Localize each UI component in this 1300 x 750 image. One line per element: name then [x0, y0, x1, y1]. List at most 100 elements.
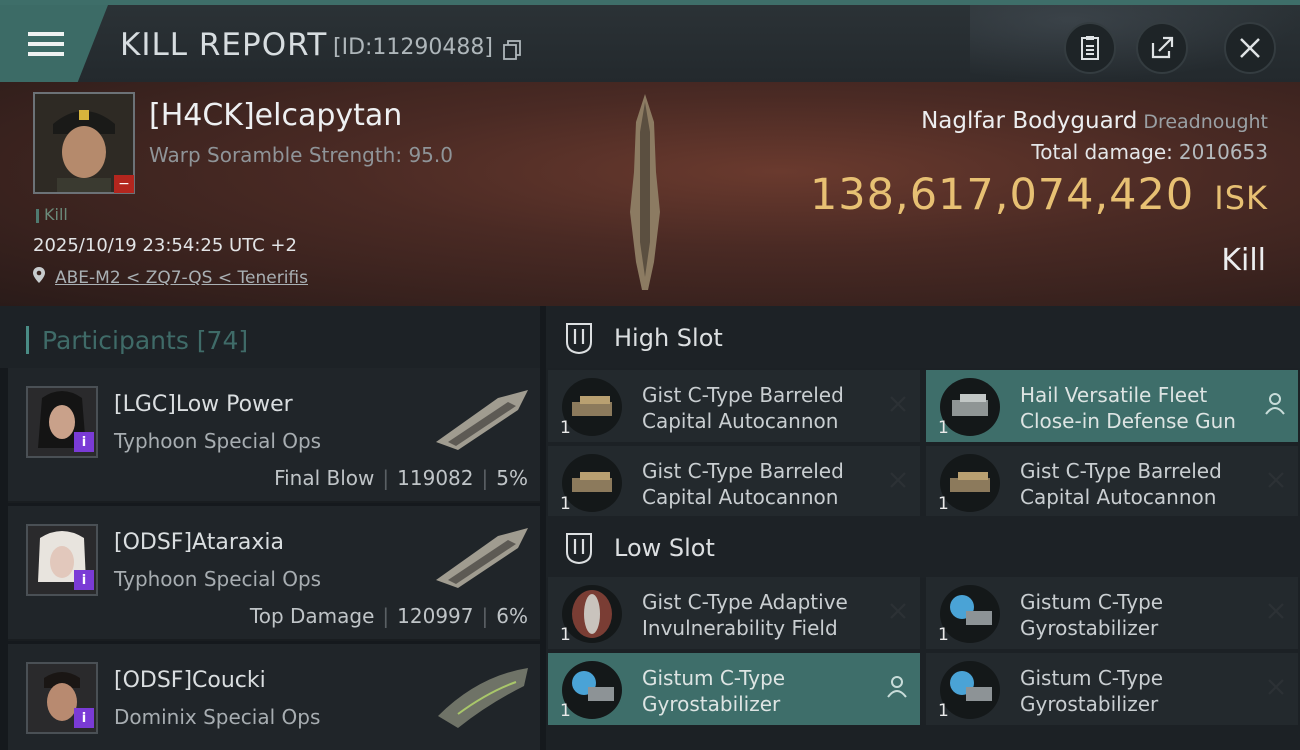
module-quantity: 1	[560, 701, 571, 721]
participant-row[interactable]: i [LGC]Low Power Typhoon Special Ops Fin…	[8, 368, 540, 503]
participant-stats: Final Blow | 119082 | 5%	[274, 466, 528, 490]
module-item[interactable]: 1 Gist C-Type Barreled Capital Autocanno…	[926, 446, 1298, 518]
module-quantity: 1	[560, 625, 571, 645]
gyrostabilizer-icon	[940, 661, 1000, 719]
ship-class: Dreadnought	[1143, 111, 1268, 133]
close-button[interactable]	[1224, 22, 1276, 74]
stat-percent: 5%	[496, 466, 528, 490]
defense-gun-icon	[940, 378, 1000, 436]
victim-ship-name[interactable]: Naglfar Bodyguard Dreadnought	[921, 108, 1268, 134]
close-icon	[1240, 38, 1260, 58]
clipboard-icon	[1081, 36, 1099, 60]
location-pin-icon	[33, 267, 45, 283]
share-button[interactable]	[1136, 22, 1188, 74]
destroyed-x-icon	[890, 603, 906, 619]
total-damage-label: Total damage:	[1031, 140, 1173, 164]
module-name: Gist C-Type Adaptive Invulnerability Fie…	[642, 590, 848, 640]
module-item[interactable]: 1 Gist C-Type Barreled Capital Autocanno…	[548, 370, 920, 442]
module-item[interactable]: 1 Gist C-Type Adaptive Invulnerability F…	[548, 577, 920, 649]
slot-icon	[566, 533, 592, 564]
warp-scramble-strength: Warp Soramble Strength: 95.0	[149, 143, 453, 167]
gyrostabilizer-icon	[562, 661, 622, 719]
module-item[interactable]: 1 Hail Versatile Fleet Close-in Defense …	[926, 370, 1298, 442]
destroyed-x-icon	[1268, 603, 1284, 619]
participants-title: Participants [74]	[42, 326, 249, 355]
share-icon	[1151, 36, 1174, 59]
copy-icon[interactable]	[503, 40, 521, 60]
participant-name: [ODSF]Coucki	[114, 668, 266, 693]
module-name: Gistum C-Type Gyrostabilizer	[1020, 590, 1164, 640]
isk-amount: 138,617,074,420	[809, 170, 1195, 220]
invulnerability-field-icon	[562, 585, 622, 643]
module-quantity: 1	[560, 418, 571, 438]
autocannon-icon	[562, 454, 622, 512]
info-badge: i	[74, 432, 94, 452]
stat-label: Final Blow	[274, 466, 375, 490]
report-id: [ID:11290488]	[333, 35, 493, 60]
destroyed-x-icon	[890, 472, 906, 488]
total-damage: Total damage: 2010653	[1031, 140, 1268, 164]
module-quantity: 1	[938, 625, 949, 645]
participant-stats: Top Damage | 120997 | 6%	[249, 604, 528, 628]
dropped-person-icon	[1265, 393, 1285, 415]
low-slot-title: Low Slot	[614, 534, 715, 562]
module-quantity: 1	[938, 701, 949, 721]
participant-ship-image	[438, 668, 528, 728]
victim-name[interactable]: [H4CK]elcapytan	[149, 98, 402, 133]
participants-header: Participants [74]	[0, 306, 540, 368]
isk-unit: ISK	[1214, 179, 1268, 217]
location-link[interactable]: ABE-M2 < ZQ7-QS < Tenerifis	[55, 268, 308, 288]
kill-datetime: 2025/10/19 23:54:25 UTC +2	[33, 235, 297, 256]
module-name: Gistum C-Type Gyrostabilizer	[1020, 666, 1164, 716]
participant-row[interactable]: i [ODSF]Coucki Dominix Special Ops	[8, 644, 540, 750]
result-label: Kill	[1221, 243, 1266, 278]
page-title: KILL REPORT	[120, 27, 328, 63]
slot-icon	[566, 323, 592, 354]
module-name: Gist C-Type Barreled Capital Autocannon	[642, 459, 844, 509]
module-quantity: 1	[938, 418, 949, 438]
info-badge: i	[74, 708, 94, 728]
participant-ship: Typhoon Special Ops	[114, 429, 322, 453]
stat-percent: 6%	[496, 604, 528, 628]
participant-name: [LGC]Low Power	[114, 392, 293, 417]
header-bar: KILL REPORT [ID:11290488]	[0, 0, 1300, 82]
participant-ship: Dominix Special Ops	[114, 705, 321, 729]
menu-button[interactable]	[0, 5, 108, 82]
destroyed-x-icon	[1268, 679, 1284, 695]
victim-ship-image	[630, 94, 660, 290]
participant-ship-image	[436, 390, 528, 450]
dropped-person-icon	[887, 676, 907, 698]
destroyed-x-icon	[1268, 472, 1284, 488]
module-item[interactable]: 1 Gistum C-Type Gyrostabilizer	[548, 653, 920, 725]
stat-damage: 119082	[397, 466, 474, 490]
participant-row[interactable]: i [ODSF]Ataraxia Typhoon Special Ops Top…	[8, 506, 540, 641]
stat-label: Top Damage	[249, 604, 375, 628]
module-item[interactable]: 1 Gist C-Type Barreled Capital Autocanno…	[548, 446, 920, 518]
kill-tag: Kill	[36, 205, 68, 224]
module-quantity: 1	[560, 494, 571, 514]
isk-value: 138,617,074,420 ISK	[810, 170, 1268, 220]
participant-name: [ODSF]Ataraxia	[114, 530, 284, 555]
autocannon-icon	[940, 454, 1000, 512]
clipboard-button[interactable]	[1064, 22, 1116, 74]
module-item[interactable]: 1 Gistum C-Type Gyrostabilizer	[926, 653, 1298, 725]
stat-damage: 120997	[397, 604, 474, 628]
module-name: Gist C-Type Barreled Capital Autocannon	[1020, 459, 1222, 509]
module-quantity: 1	[938, 494, 949, 514]
participant-ship-image	[436, 528, 528, 588]
participants-accent-bar	[26, 326, 29, 354]
ship-name-text: Naglfar Bodyguard	[921, 108, 1138, 134]
module-name: Gistum C-Type Gyrostabilizer	[642, 666, 786, 716]
gyrostabilizer-icon	[940, 585, 1000, 643]
info-badge: i	[74, 570, 94, 590]
low-slot-header: Low Slot	[546, 516, 1300, 578]
minus-badge: −	[114, 175, 134, 193]
destroyed-x-icon	[890, 396, 906, 412]
module-name: Gist C-Type Barreled Capital Autocannon	[642, 383, 844, 433]
high-slot-header: High Slot	[546, 306, 1300, 368]
participant-ship: Typhoon Special Ops	[114, 567, 322, 591]
menu-icon	[28, 31, 64, 56]
module-item[interactable]: 1 Gistum C-Type Gyrostabilizer	[926, 577, 1298, 649]
total-damage-value: 2010653	[1178, 140, 1268, 164]
high-slot-title: High Slot	[614, 324, 723, 352]
